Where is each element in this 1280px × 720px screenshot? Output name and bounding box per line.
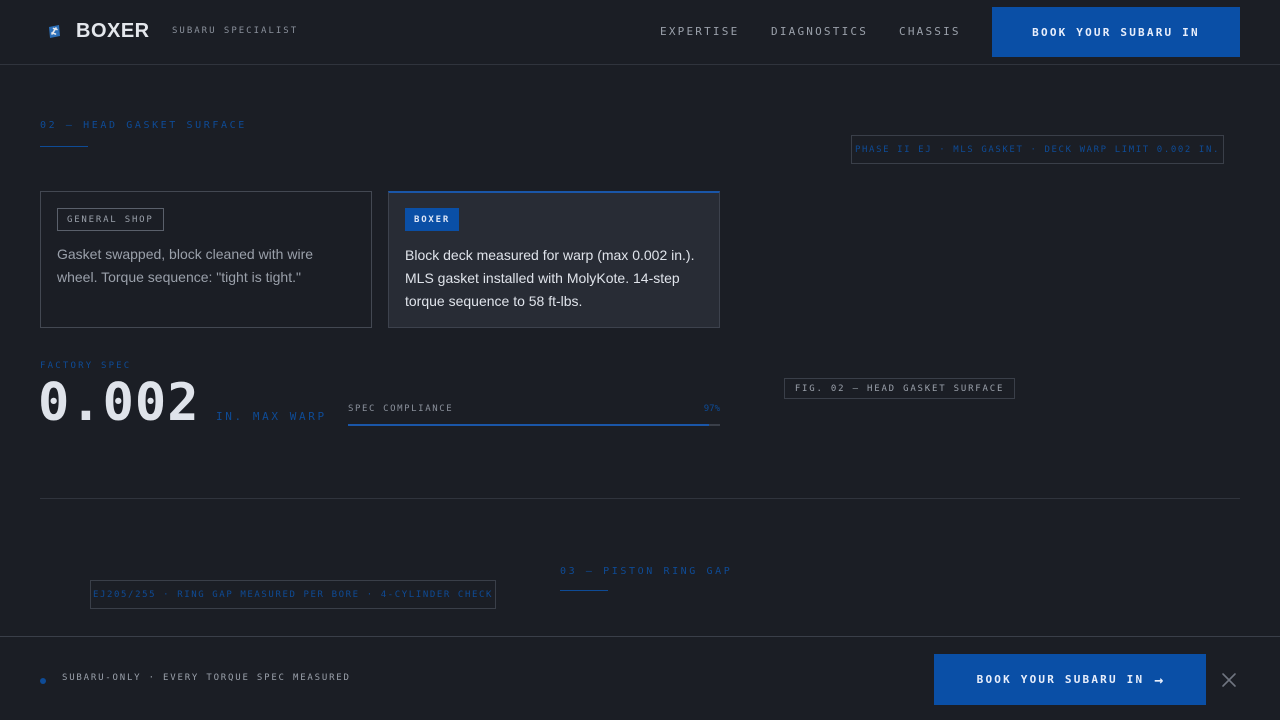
figure-caption-text: FIG. 02 — HEAD GASKET SURFACE <box>794 383 1005 394</box>
book-subaru-button[interactable]: BOOK YOUR SUBARU IN <box>992 7 1240 57</box>
card-general-shop: GENERAL SHOP Gasket swapped, block clean… <box>40 191 372 328</box>
section-03-meta-text: EJ205/255 · RING GAP MEASURED PER BORE ·… <box>92 589 494 600</box>
card-general-shop-text: Gasket swapped, block cleaned with wire … <box>57 246 314 285</box>
sticky-booking-bar: SUBARU-ONLY · EVERY TORQUE SPEC MEASURED… <box>0 636 1280 720</box>
site-header: BOXER SUBARU SPECIALIST EXPERTISE DIAGNO… <box>0 0 1280 65</box>
sticky-book-subaru-button[interactable]: BOOK YOUR SUBARU IN → <box>934 654 1206 705</box>
badge-boxer: BOXER <box>405 208 460 231</box>
sticky-bar-text: SUBARU-ONLY · EVERY TORQUE SPEC MEASURED <box>62 673 351 683</box>
wrench-icon[interactable] <box>46 23 63 40</box>
book-subaru-button-label: BOOK YOUR SUBARU IN <box>1032 25 1200 39</box>
factory-spec-value: 0.002 <box>38 373 200 433</box>
nav-link-expertise[interactable]: EXPERTISE <box>660 25 739 38</box>
nav-link-chassis[interactable]: CHASSIS <box>899 25 961 38</box>
section-03-meta-box: EJ205/255 · RING GAP MEASURED PER BORE ·… <box>90 580 496 609</box>
section-02-meta-box: PHASE II EJ · MLS GASKET · DECK WARP LIM… <box>851 135 1224 164</box>
spec-compliance-label: SPEC COMPLIANCE <box>348 404 454 414</box>
sticky-book-subaru-button-label: BOOK YOUR SUBARU IN <box>976 673 1145 686</box>
spec-compliance-percent: 97% <box>703 404 720 414</box>
card-boxer: BOXER Block deck measured for warp (max … <box>388 191 720 328</box>
status-dot-icon <box>40 678 46 684</box>
factory-spec-label: FACTORY SPEC <box>40 361 132 371</box>
factory-spec-unit: IN. MAX WARP <box>216 410 327 423</box>
close-icon[interactable] <box>1219 670 1239 690</box>
arrow-right-icon: → <box>1154 670 1164 689</box>
section-03-label: 03 — PISTON RING GAP <box>560 566 733 577</box>
section-02-meta-text: PHASE II EJ · MLS GASKET · DECK WARP LIM… <box>855 144 1220 155</box>
section-02-label: 02 — HEAD GASKET SURFACE <box>40 120 247 131</box>
section-03-underline <box>560 590 608 591</box>
nav-link-diagnostics[interactable]: DIAGNOSTICS <box>771 25 868 38</box>
figure-caption: FIG. 02 — HEAD GASKET SURFACE <box>784 378 1015 399</box>
spec-compliance-bar <box>348 424 720 426</box>
section-02-underline <box>40 146 88 147</box>
section-divider <box>40 498 1240 499</box>
spec-compliance-bar-fill <box>348 424 709 426</box>
badge-general-shop: GENERAL SHOP <box>57 208 164 231</box>
brand-tagline: SUBARU SPECIALIST <box>172 26 299 36</box>
brand-logo-text[interactable]: BOXER <box>76 20 150 43</box>
card-boxer-text: Block deck measured for warp (max 0.002 … <box>405 247 695 309</box>
